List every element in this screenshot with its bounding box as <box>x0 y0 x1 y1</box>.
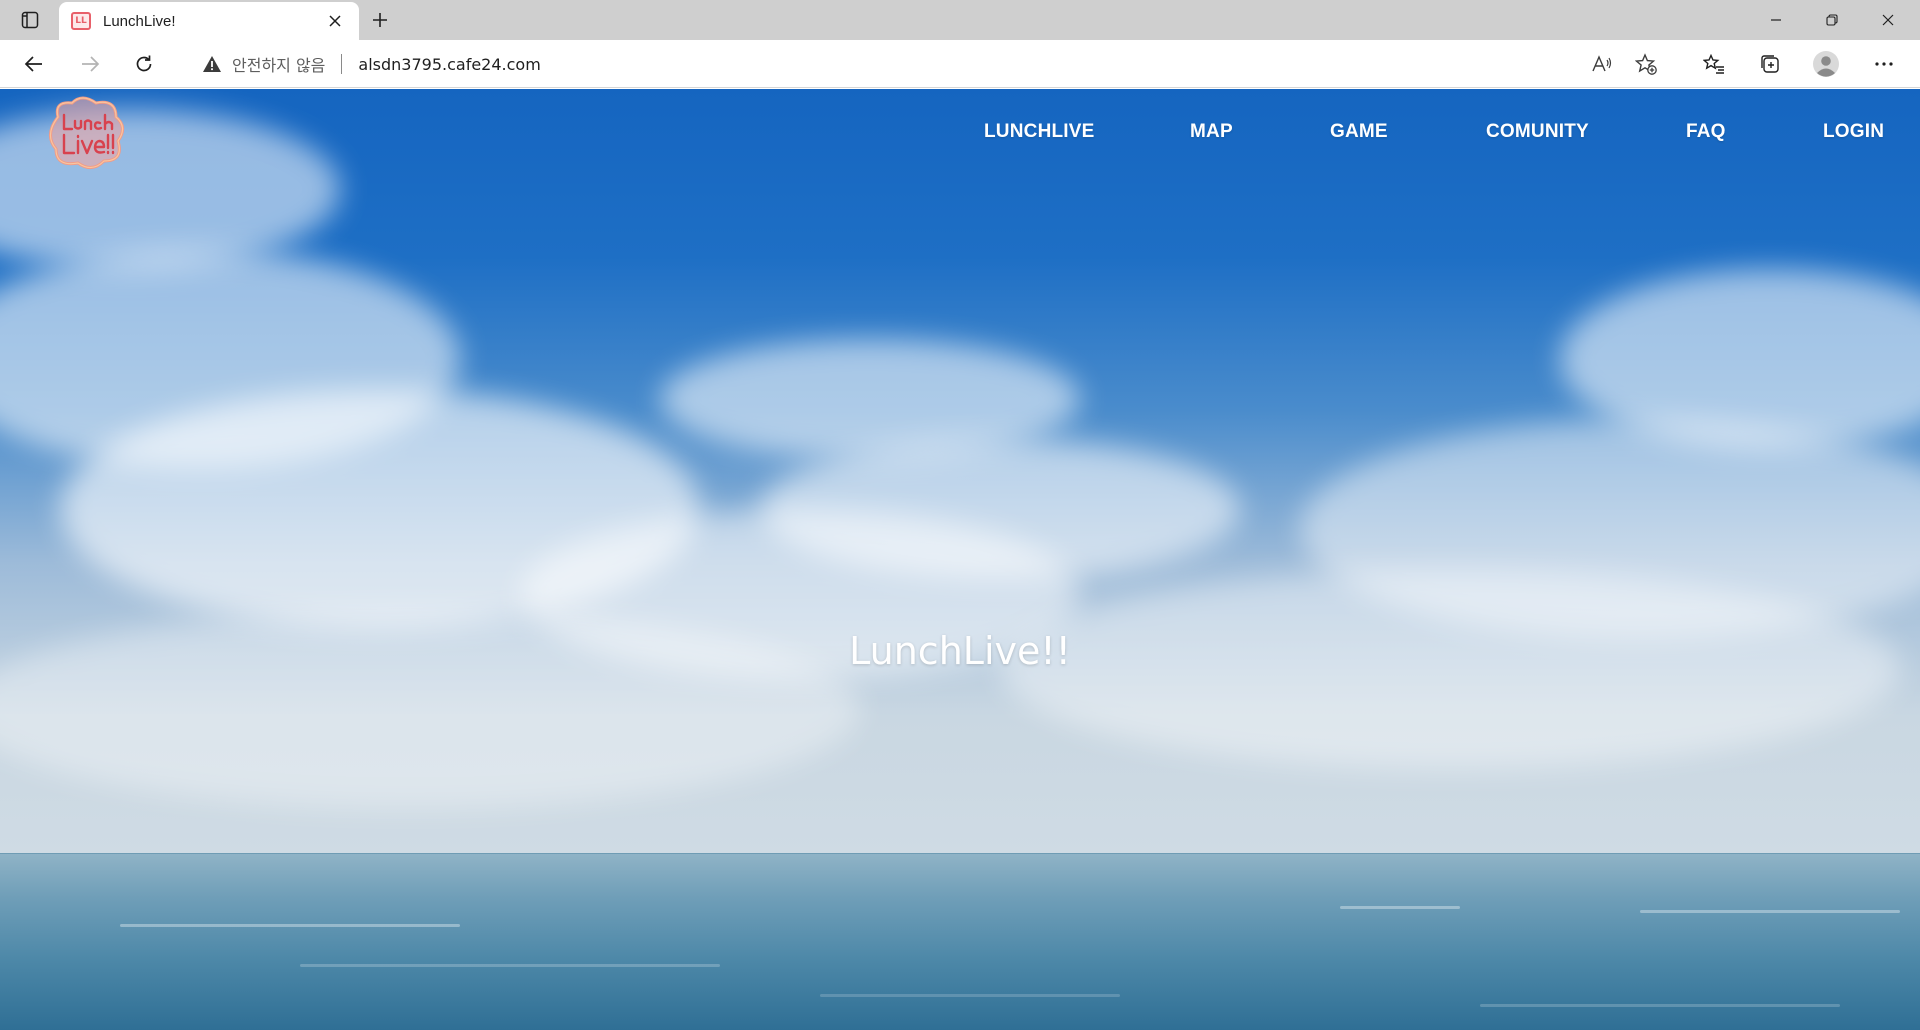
favorites-list-icon <box>1703 54 1724 74</box>
hero-title: LunchLive!! <box>849 629 1071 673</box>
wave <box>1640 910 1900 913</box>
hero-sea-background <box>0 854 1920 1030</box>
window-restore-button[interactable] <box>1804 0 1860 40</box>
avatar-icon <box>1813 51 1839 77</box>
refresh-button[interactable] <box>126 46 162 82</box>
read-aloud-button[interactable] <box>1586 48 1618 80</box>
plus-icon <box>373 13 387 27</box>
more-horizontal-icon <box>1875 62 1893 66</box>
minimize-icon <box>1771 19 1781 21</box>
nav-item-comunity[interactable]: COMUNITY <box>1486 121 1589 143</box>
warning-icon[interactable] <box>200 52 224 76</box>
collections-button[interactable] <box>1752 46 1788 82</box>
nav-item-map[interactable]: MAP <box>1190 121 1233 143</box>
nav-item-login[interactable]: LOGIN <box>1823 121 1884 143</box>
site-favicon-icon: LL <box>71 12 91 30</box>
site-logo[interactable] <box>44 95 130 175</box>
address-bar-divider <box>341 54 343 74</box>
address-bar[interactable]: 안전하지 않음 alsdn3795.cafe24.com <box>180 45 1680 83</box>
refresh-icon <box>136 55 152 72</box>
close-icon <box>329 15 341 27</box>
nav-item-faq[interactable]: FAQ <box>1686 121 1726 143</box>
page-viewport: LUNCHLIVE MAP GAME COMUNITY FAQ LOGIN Lu… <box>0 89 1920 1030</box>
window-close-button[interactable] <box>1860 0 1916 40</box>
restore-icon <box>1826 14 1838 26</box>
new-tab-button[interactable] <box>364 5 396 35</box>
tab-title: LunchLive! <box>103 12 176 30</box>
arrow-right-icon <box>82 56 100 72</box>
browser-tab-active[interactable]: LL LunchLive! <box>59 2 359 40</box>
back-button[interactable] <box>16 46 52 82</box>
wave <box>1480 1004 1840 1007</box>
settings-more-button[interactable] <box>1866 46 1902 82</box>
hero-sky-background <box>0 89 1920 854</box>
collections-icon <box>1761 55 1779 73</box>
tab-actions-icon <box>21 11 39 29</box>
security-status-label[interactable]: 안전하지 않음 <box>232 52 325 76</box>
add-favorite-button[interactable] <box>1630 48 1662 80</box>
window-minimize-button[interactable] <box>1748 0 1804 40</box>
read-aloud-icon <box>1592 55 1612 72</box>
browser-toolbar: 안전하지 않음 alsdn3795.cafe24.com <box>0 40 1920 88</box>
close-icon <box>1882 14 1894 26</box>
tab-close-button[interactable] <box>323 9 347 33</box>
favorites-button[interactable] <box>1696 46 1732 82</box>
url-text[interactable]: alsdn3795.cafe24.com <box>358 55 1574 74</box>
browser-tab-strip: LL LunchLive! <box>0 0 1920 40</box>
wave <box>120 924 460 927</box>
wave <box>1340 906 1460 909</box>
tab-actions-menu-button[interactable] <box>12 6 48 34</box>
wave <box>300 964 720 967</box>
forward-button[interactable] <box>72 46 108 82</box>
nav-item-game[interactable]: GAME <box>1330 121 1388 143</box>
wave <box>820 994 1120 997</box>
star-add-icon <box>1635 53 1657 75</box>
profile-button[interactable] <box>1808 46 1844 82</box>
nav-item-lunchlive[interactable]: LUNCHLIVE <box>984 121 1095 143</box>
arrow-left-icon <box>24 56 42 72</box>
